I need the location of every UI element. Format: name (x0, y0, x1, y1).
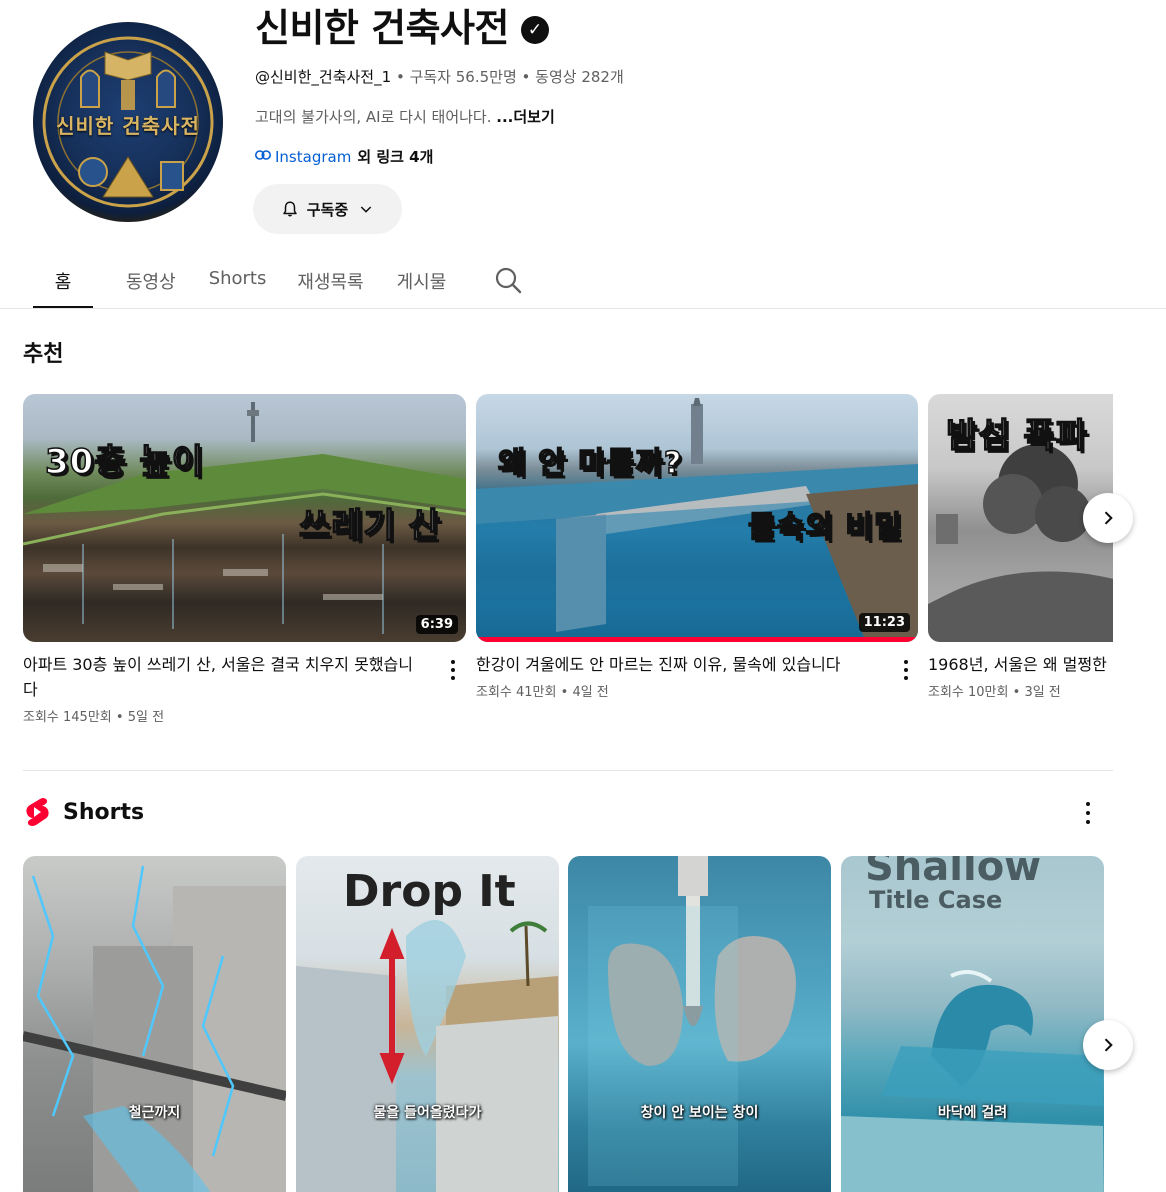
short-caption: 창이 안 보이는 창이 (640, 1105, 759, 1121)
subscribed-button[interactable]: 구독중 (253, 184, 402, 234)
thumbnail-text: 쓰레기 산 (298, 505, 441, 547)
channel-avatar: 신비한 건축사전 (33, 22, 223, 222)
avatar-label: 신비한 건축사전 (56, 114, 200, 138)
video-card[interactable]: 왜 안 마를까? 물속의 비밀 11:23 한강이 겨울에도 안 마르는 진짜 … (476, 394, 918, 700)
next-arrow-button[interactable] (1083, 1020, 1133, 1070)
channel-name: 신비한 건축사전 (255, 6, 509, 50)
channel-tabs: 홈 동영상 Shorts 재생목록 게시물 (33, 254, 522, 309)
video-title[interactable]: 아파트 30층 높이 쓰레기 산, 서울은 결국 치우지 못했습니다 (23, 652, 423, 702)
next-arrow-button[interactable] (1083, 493, 1133, 543)
thumbnail-text: 30층 높이 (44, 441, 204, 483)
short-card[interactable]: Drop It 물을 들어올렸다가 (296, 856, 559, 1192)
recommended-title: 추천 (23, 342, 64, 367)
short-caption: 바닥에 걸려 (937, 1105, 1008, 1121)
tab-videos[interactable]: 동영상 (126, 254, 176, 309)
description-text: 고대의 불가사의, AI로 다시 태어나다. (255, 108, 492, 126)
channel-handle: @신비한_건축사전_1 (255, 68, 392, 86)
video-thumbnail[interactable]: 왜 안 마를까? 물속의 비밀 11:23 (476, 394, 918, 642)
channel-title: 신비한 건축사전 ✓ (255, 4, 549, 52)
meta-separator: • (560, 685, 569, 700)
video-card[interactable]: 30층 높이 쓰레기 산 6:39 아파트 30층 높이 쓰레기 산, 서울은 … (23, 394, 466, 725)
verified-check-icon: ✓ (520, 16, 549, 44)
link-icon (255, 149, 271, 164)
tabs-divider (0, 308, 1166, 309)
tab-home[interactable]: 홈 (33, 254, 93, 309)
short-caption: 물을 들어올렸다가 (373, 1105, 482, 1121)
video-meta: 조회수 10만회 • 3일 전 (928, 681, 1061, 700)
chevron-right-icon (1104, 511, 1113, 525)
video-card[interactable]: 밤섬 폭파 1968년, 서울은 왜 멀쩡한 조회수 10만회 • 3일 전 (928, 394, 1113, 714)
channel-meta: @신비한_건축사전_1 • 구독자 56.5만명 • 동영상 282개 (255, 66, 624, 87)
chevron-down-icon (361, 206, 372, 213)
more-vert-icon[interactable] (896, 658, 916, 682)
more-vert-icon[interactable] (1078, 800, 1098, 826)
short-caption: 철근까지 (128, 1105, 181, 1121)
short-card[interactable]: Shallow Title Case 바닥에 걸려 (841, 856, 1104, 1192)
short-overlay-text: Drop It (343, 866, 516, 917)
video-title[interactable]: 한강이 겨울에도 안 마르는 진짜 이유, 물속에 있습니다 (476, 652, 876, 677)
short-overlay-subtext: Title Case (869, 886, 1003, 914)
more-vert-icon[interactable] (443, 658, 463, 682)
video-duration: 6:39 (415, 615, 458, 634)
section-divider (23, 770, 1113, 771)
meta-separator: • (395, 68, 405, 86)
video-title[interactable]: 1968년, 서울은 왜 멀쩡한 (928, 652, 1113, 677)
upload-age: 4일 전 (572, 685, 609, 700)
upload-age: 5일 전 (127, 710, 165, 725)
channel-links[interactable]: Instagram 외 링크 4개 (255, 146, 433, 167)
short-card[interactable]: 철근까지 (23, 856, 286, 1192)
subscriber-count: 구독자 56.5만명 (409, 68, 517, 86)
view-count: 조회수 41만회 (476, 685, 557, 700)
short-overlay-text: Shallow (865, 856, 1042, 890)
video-duration: 11:23 (858, 613, 910, 632)
search-icon[interactable] (494, 254, 522, 309)
more-button[interactable]: ...더보기 (496, 108, 555, 126)
shorts-logo-icon (26, 798, 49, 826)
thumbnail-text: 왜 안 마를까? (497, 445, 683, 482)
view-count: 조회수 10만회 (928, 685, 1009, 700)
chevron-right-icon (1104, 1038, 1113, 1052)
upload-age: 3일 전 (1024, 685, 1061, 700)
watch-progress-bar (476, 637, 918, 642)
tab-posts[interactable]: 게시물 (397, 254, 447, 309)
thumbnail-text: 밤섬 폭파 (945, 415, 1088, 457)
subscribed-label: 구독중 (306, 200, 349, 219)
thumbnail-text: 물속의 비밀 (747, 509, 903, 546)
video-count: 동영상 282개 (535, 68, 624, 86)
video-thumbnail[interactable]: 30층 높이 쓰레기 산 6:39 (23, 394, 466, 642)
short-card[interactable]: 창이 안 보이는 창이 (568, 856, 831, 1192)
video-meta: 조회수 145만회 • 5일 전 (23, 706, 164, 725)
meta-separator: • (521, 68, 531, 86)
view-count: 조회수 145만회 (23, 710, 112, 725)
tab-shorts[interactable]: Shorts (209, 254, 267, 309)
tab-playlists[interactable]: 재생목록 (297, 254, 363, 309)
video-meta: 조회수 41만회 • 4일 전 (476, 681, 609, 700)
shorts-header: Shorts (23, 797, 144, 827)
shorts-title: Shorts (63, 799, 145, 825)
bell-icon (283, 201, 297, 217)
meta-separator: • (1012, 685, 1021, 700)
channel-description[interactable]: 고대의 불가사의, AI로 다시 태어나다. ...더보기 (255, 106, 555, 127)
meta-separator: • (115, 710, 124, 725)
instagram-link[interactable]: Instagram (275, 148, 351, 166)
more-links[interactable]: 외 링크 4개 (357, 146, 433, 167)
